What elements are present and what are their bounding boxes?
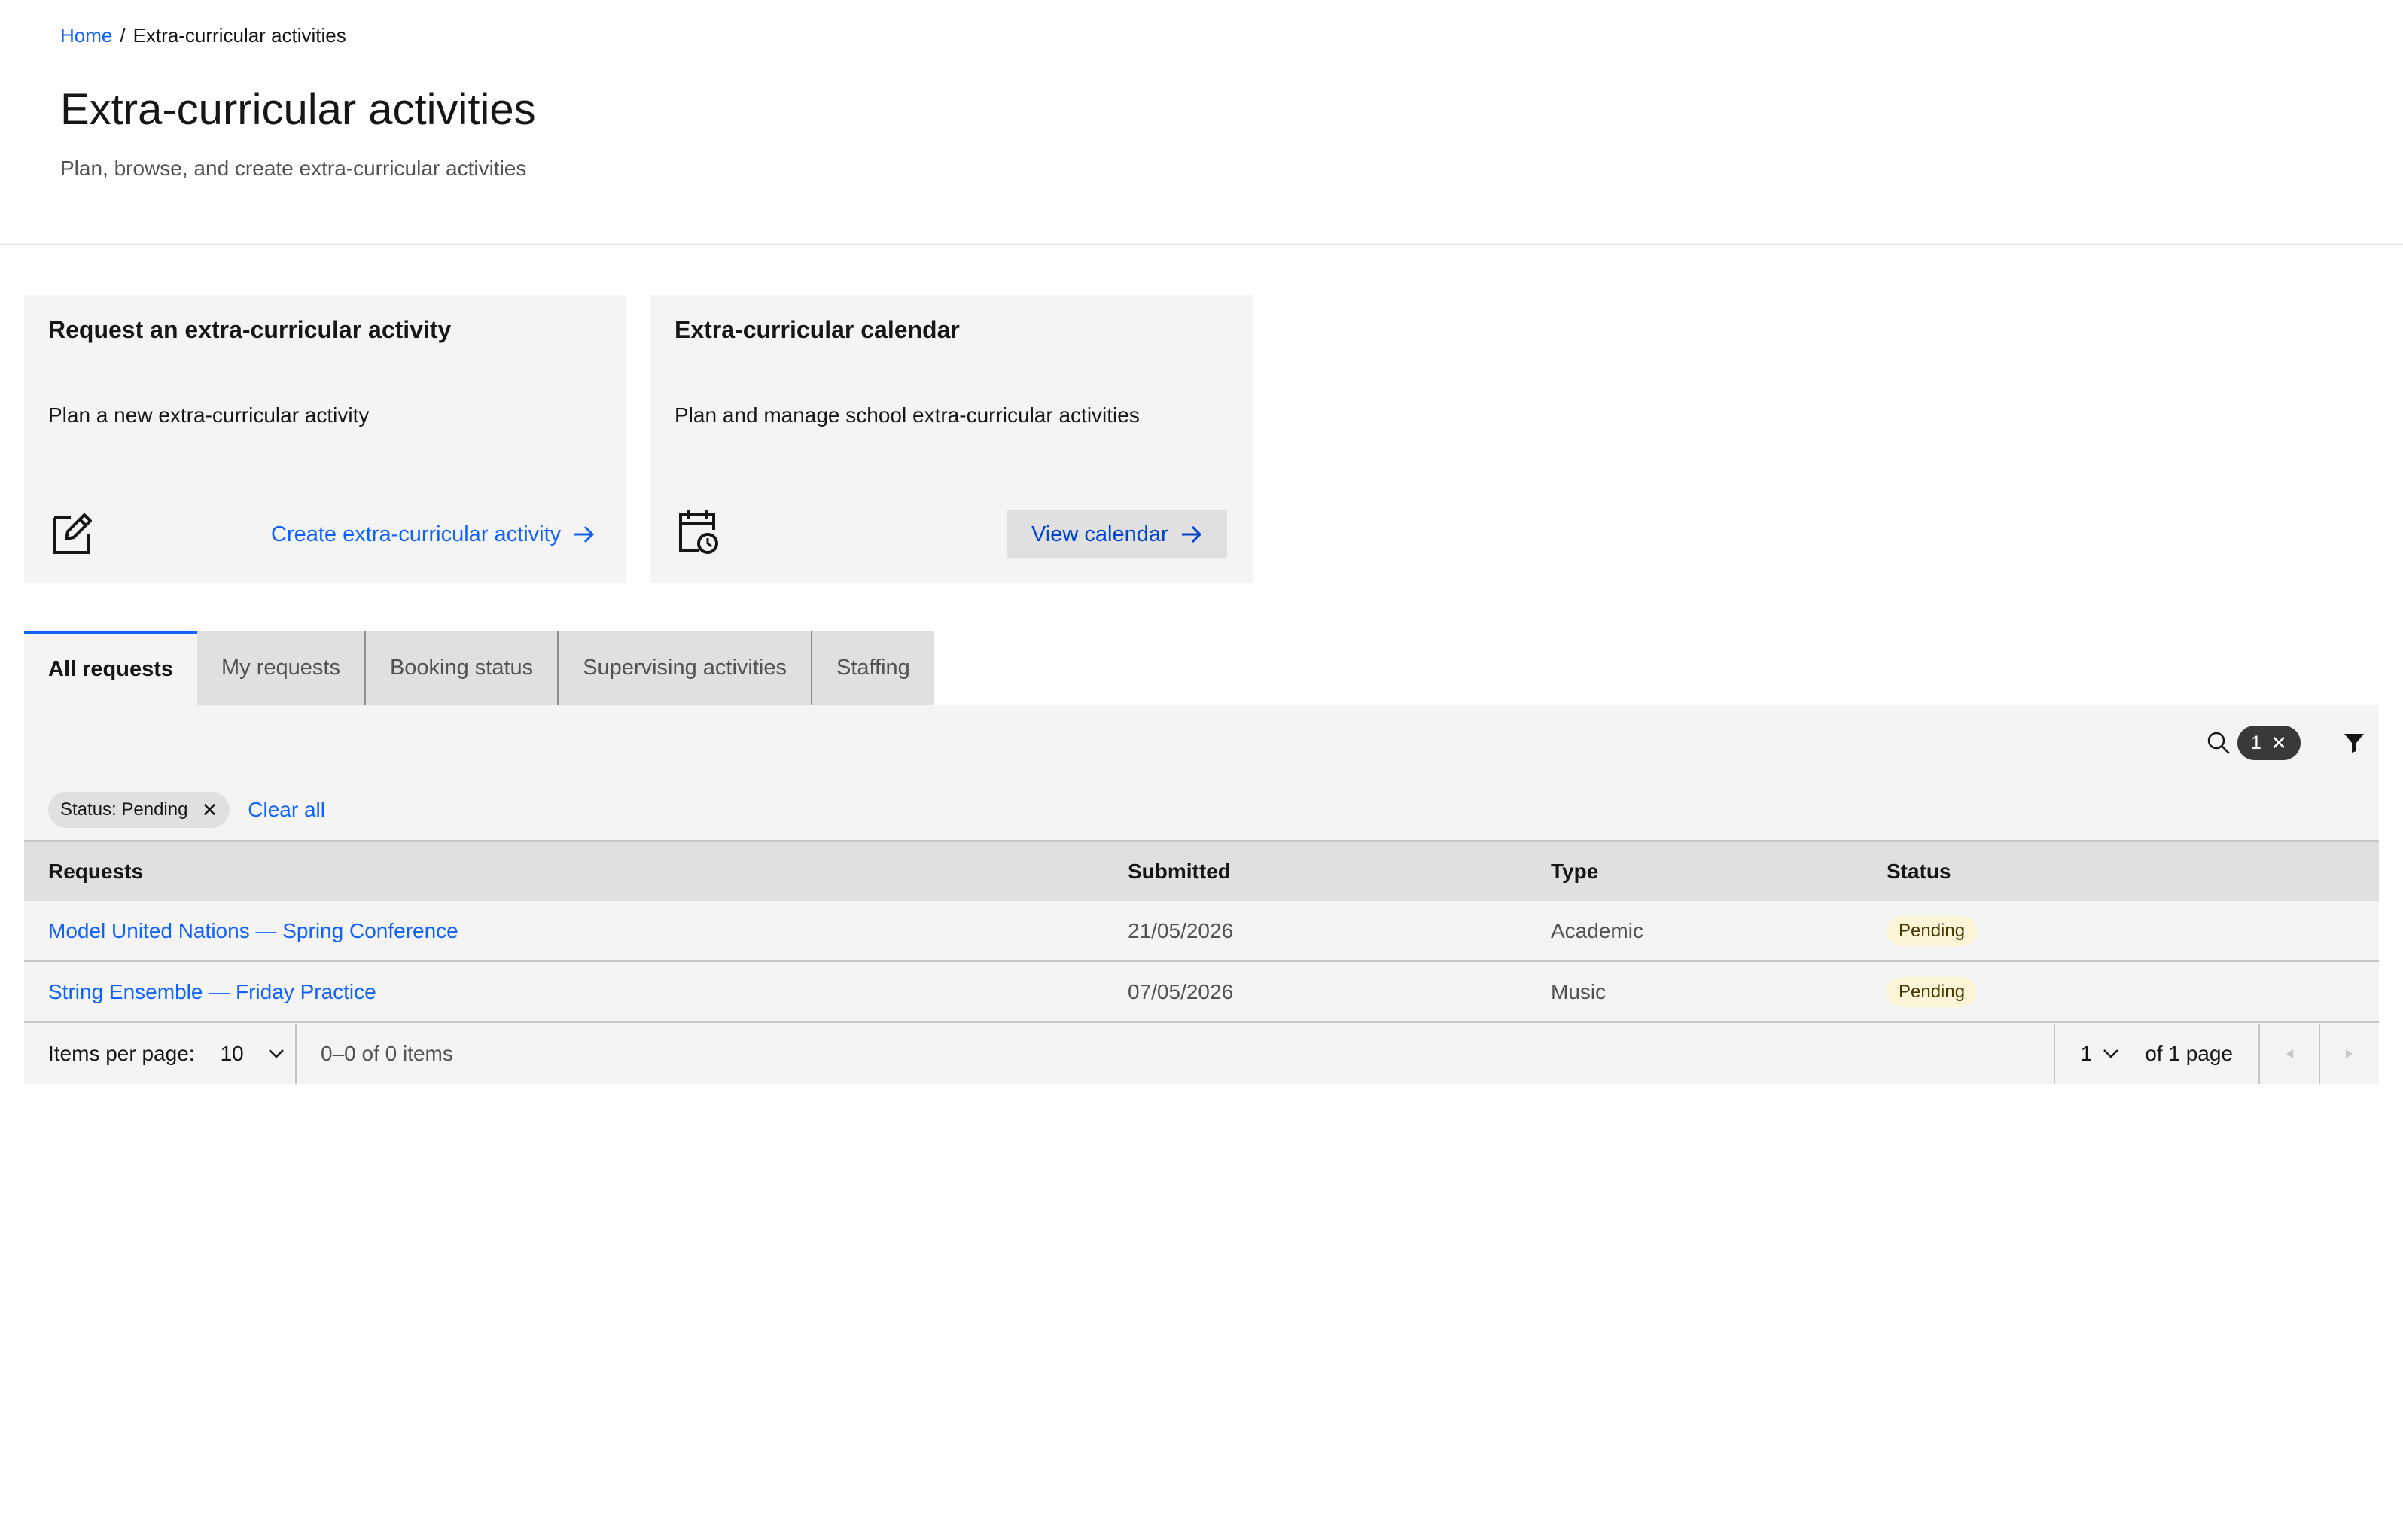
column-header-type[interactable]: Type (1527, 840, 1862, 901)
tile-title: Request an extra-curricular activity (48, 316, 452, 343)
tab-staffing[interactable]: Staffing (810, 631, 934, 705)
status-cell: Pending (1862, 901, 2379, 962)
items-per-page-select[interactable]: 10 (221, 1042, 285, 1066)
caret-left-icon (2286, 1049, 2293, 1058)
breadcrumb-separator: / (120, 24, 126, 47)
page-select[interactable]: 1 (2053, 1024, 2146, 1084)
type-cell: Music (1527, 961, 1862, 1023)
filter-count-tag[interactable]: 1 ✕ (2237, 726, 2301, 760)
table-row: Model United Nations — Spring Conference… (24, 901, 2379, 962)
table-row: String Ensemble — Friday Practice 07/05/… (24, 961, 2379, 1023)
page-title: Extra-curricular activities (60, 85, 536, 134)
create-activity-label: Create extra-curricular activity (271, 522, 562, 546)
page-subtitle: Plan, browse, and create extra-curricula… (60, 157, 527, 180)
previous-page-button[interactable] (2258, 1024, 2319, 1084)
tile-title: Extra-curricular calendar (675, 316, 960, 343)
chevron-down-icon (268, 1049, 284, 1058)
tab-booking-status[interactable]: Booking status (364, 631, 558, 705)
arrow-right-icon (574, 525, 595, 543)
items-per-page: Items per page: 10 (24, 1024, 297, 1084)
tile-description: Plan a new extra-curricular activity (48, 403, 370, 427)
status-badge: Pending (1887, 976, 1978, 1007)
pagination: Items per page: 10 0–0 of 0 items 1 of 1… (24, 1024, 2379, 1084)
tab-list: All requests My requests Booking status … (24, 631, 934, 705)
requests-table: Requests Submitted Type Status Model Uni… (24, 840, 2379, 1023)
view-calendar-label: View calendar (1031, 522, 1168, 546)
items-per-page-label: Items per page: (48, 1042, 195, 1065)
breadcrumb-home-link[interactable]: Home (60, 24, 112, 47)
active-filters: Status: Pending ✕ Clear all (48, 792, 325, 828)
tile-description: Plan and manage school extra-curricular … (675, 403, 1140, 427)
calendar-tile: Extra-curricular calendar Plan and manag… (650, 295, 1253, 583)
status-badge: Pending (1887, 915, 1978, 946)
request-link[interactable]: String Ensemble — Friday Practice (48, 980, 376, 1003)
chevron-down-icon (2103, 1049, 2119, 1058)
breadcrumb-current: Extra-curricular activities (132, 24, 346, 47)
submitted-cell: 21/05/2026 (1104, 901, 1527, 962)
requests-table-container: 1 ✕ Status: Pending ✕ Clear all Requests… (24, 705, 2379, 1084)
column-header-status[interactable]: Status (1862, 840, 2379, 901)
filter-tag-label: Status: Pending (60, 799, 188, 820)
create-activity-link[interactable]: Create extra-curricular activity (247, 510, 620, 558)
tab-all-requests[interactable]: All requests (24, 631, 197, 705)
column-header-requests[interactable]: Requests (24, 840, 1104, 901)
items-per-page-value: 10 (220, 1042, 244, 1065)
tab-supervising-activities[interactable]: Supervising activities (557, 631, 811, 705)
table-header-row: Requests Submitted Type Status (24, 840, 2379, 901)
clear-filters-icon[interactable]: ✕ (2271, 732, 2287, 755)
calendar-clock-icon (679, 510, 718, 554)
page: Home / Extra-curricular activities Extra… (0, 0, 2403, 1540)
column-header-submitted[interactable]: Submitted (1104, 840, 1527, 901)
page-total: of 1 page (2145, 1042, 2233, 1065)
breadcrumb: Home / Extra-curricular activities (60, 24, 346, 47)
tab-my-requests[interactable]: My requests (197, 631, 364, 705)
submitted-cell: 07/05/2026 (1104, 961, 1527, 1023)
filter-tag-status[interactable]: Status: Pending ✕ (48, 792, 230, 828)
status-cell: Pending (1862, 961, 2379, 1023)
type-cell: Academic (1527, 901, 1862, 962)
filter-count: 1 (2251, 732, 2261, 753)
arrow-right-icon (1181, 525, 1202, 543)
search-icon[interactable] (2206, 730, 2231, 756)
table-toolbar: 1 ✕ (24, 705, 2379, 783)
items-range: 0–0 of 0 items (321, 1042, 453, 1065)
request-link[interactable]: Model United Nations — Spring Conference (48, 919, 458, 942)
filter-icon[interactable] (2343, 732, 2365, 754)
caret-right-icon (2346, 1049, 2353, 1058)
next-page-button[interactable] (2319, 1024, 2379, 1084)
request-activity-tile: Request an extra-curricular activity Pla… (24, 295, 626, 583)
close-icon[interactable]: ✕ (201, 799, 218, 822)
page-header: Home / Extra-curricular activities Extra… (0, 0, 2403, 245)
page-controls: 1 of 1 page (2053, 1024, 2379, 1084)
edit-icon (53, 513, 92, 554)
view-calendar-button[interactable]: View calendar (1007, 510, 1227, 558)
current-page: 1 (2080, 1042, 2093, 1065)
clear-all-link[interactable]: Clear all (248, 798, 325, 822)
